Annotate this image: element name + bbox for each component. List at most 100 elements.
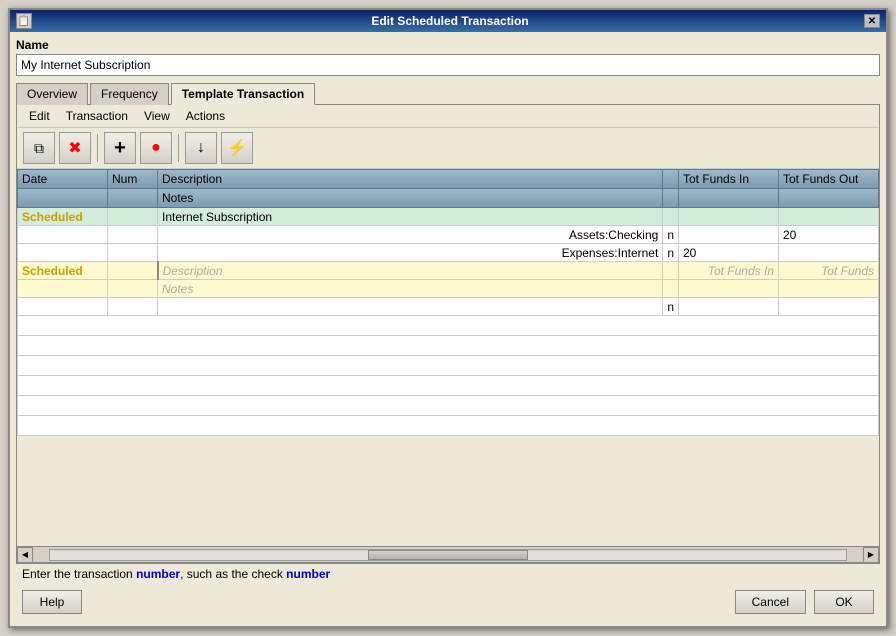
cell-funds-in: Tot Funds In (679, 262, 779, 280)
cell-funds-in (679, 298, 779, 316)
header-num: Num (108, 170, 158, 189)
toolbar: ⧉ ✖ + ● ↓ ⚡ (17, 128, 879, 169)
help-button[interactable]: Help (22, 590, 82, 614)
cell-n: n (663, 244, 679, 262)
window-icon: 📋 (16, 13, 32, 29)
table-row (18, 396, 879, 416)
table-row (18, 316, 879, 336)
tab-frequency[interactable]: Frequency (90, 83, 169, 105)
table-row: Expenses:Internet n 20 (18, 244, 879, 262)
menu-transaction[interactable]: Transaction (58, 107, 136, 125)
cell-funds-out: Tot Funds (779, 262, 879, 280)
cell-date (18, 244, 108, 262)
scroll-track[interactable] (49, 549, 847, 561)
footer-right-buttons: Cancel OK (735, 590, 874, 614)
menu-edit[interactable]: Edit (21, 107, 58, 125)
cell-funds-out: 20 (779, 226, 879, 244)
subheader-num (108, 189, 158, 208)
cell-date: Scheduled (18, 208, 108, 226)
cell-funds-in (679, 226, 779, 244)
scroll-right-button[interactable]: ▶ (863, 547, 879, 563)
cell-date (18, 298, 108, 316)
toolbar-separator-1 (97, 134, 98, 162)
add-transaction-button[interactable]: + (104, 132, 136, 164)
cell-transfer: Expenses:Internet (158, 244, 663, 262)
table-row (18, 356, 879, 376)
ledger-table: Date Num Description Tot Funds In Tot Fu… (17, 169, 879, 436)
cell-num (108, 262, 158, 280)
close-button[interactable]: ✕ (864, 14, 880, 28)
cell-transfer: Assets:Checking (158, 226, 663, 244)
cell-n (663, 280, 679, 298)
main-area: Edit Transaction View Actions ⧉ ✖ + ● ↓ … (16, 105, 880, 563)
cell-date: Scheduled (18, 262, 108, 280)
cell-n (663, 208, 679, 226)
status-text: Enter the transaction number, such as th… (22, 567, 330, 581)
cell-n: n (663, 226, 679, 244)
footer-buttons: Help Cancel OK (16, 584, 880, 620)
tab-bar: Overview Frequency Template Transaction (16, 82, 880, 105)
table-container: Date Num Description Tot Funds In Tot Fu… (17, 169, 879, 562)
main-window: 📋 Edit Scheduled Transaction ✕ Name Over… (8, 8, 888, 628)
tab-template[interactable]: Template Transaction (171, 83, 315, 105)
table-row (18, 416, 879, 436)
toolbar-separator-2 (178, 134, 179, 162)
cell-funds-in (679, 208, 779, 226)
cell-funds-in (679, 280, 779, 298)
ok-button[interactable]: OK (814, 590, 874, 614)
table-row: Notes (18, 280, 879, 298)
scroll-left-button[interactable]: ◀ (17, 547, 33, 563)
cancel-edit-button[interactable]: ✖ (59, 132, 91, 164)
cell-desc (158, 298, 663, 316)
header-funds-in: Tot Funds In (679, 170, 779, 189)
menu-view[interactable]: View (136, 107, 178, 125)
cell-n (663, 262, 679, 280)
cancel-button[interactable]: Cancel (735, 590, 806, 614)
subheader-funds-out (779, 189, 879, 208)
status-highlight-1: number (136, 567, 180, 581)
table-row (18, 336, 879, 356)
table-area[interactable]: Date Num Description Tot Funds In Tot Fu… (17, 169, 879, 546)
content-area: Name Overview Frequency Template Transac… (10, 32, 886, 626)
table-subheader-row: Notes (18, 189, 879, 208)
cell-funds-out (779, 208, 879, 226)
subheader-funds-in (679, 189, 779, 208)
cell-num (108, 244, 158, 262)
cell-desc: Internet Subscription (158, 208, 663, 226)
jump-button[interactable]: ⚡ (221, 132, 253, 164)
name-input[interactable] (16, 54, 880, 76)
cell-date (18, 226, 108, 244)
cell-num (108, 280, 158, 298)
header-date: Date (18, 170, 108, 189)
header-desc: Description (158, 170, 663, 189)
cell-funds-out (779, 298, 879, 316)
subheader-date (18, 189, 108, 208)
subheader-notes: Notes (158, 189, 663, 208)
status-bar: Enter the transaction number, such as th… (16, 563, 880, 584)
cell-notes: Notes (158, 280, 663, 298)
header-n (663, 170, 679, 189)
table-row: Scheduled Description Tot Funds In Tot F… (18, 262, 879, 280)
menubar: Edit Transaction View Actions (17, 105, 879, 128)
table-row: n (18, 298, 879, 316)
table-header-row: Date Num Description Tot Funds In Tot Fu… (18, 170, 879, 189)
cell-num (108, 208, 158, 226)
window-title: Edit Scheduled Transaction (36, 14, 864, 28)
table-row: Scheduled Internet Subscription (18, 208, 879, 226)
subheader-n (663, 189, 679, 208)
cell-date (18, 280, 108, 298)
horizontal-scrollbar[interactable]: ◀ ▶ (17, 546, 879, 562)
titlebar: 📋 Edit Scheduled Transaction ✕ (10, 10, 886, 32)
record-button[interactable]: ● (140, 132, 172, 164)
tab-overview[interactable]: Overview (16, 83, 88, 105)
duplicate-button[interactable]: ⧉ (23, 132, 55, 164)
schedule-button[interactable]: ↓ (185, 132, 217, 164)
header-funds-out: Tot Funds Out (779, 170, 879, 189)
cell-funds-out (779, 244, 879, 262)
scroll-thumb[interactable] (368, 550, 527, 560)
name-label: Name (16, 38, 880, 52)
table-row (18, 376, 879, 396)
name-section: Name (16, 38, 880, 76)
menu-actions[interactable]: Actions (178, 107, 233, 125)
cell-funds-out (779, 280, 879, 298)
